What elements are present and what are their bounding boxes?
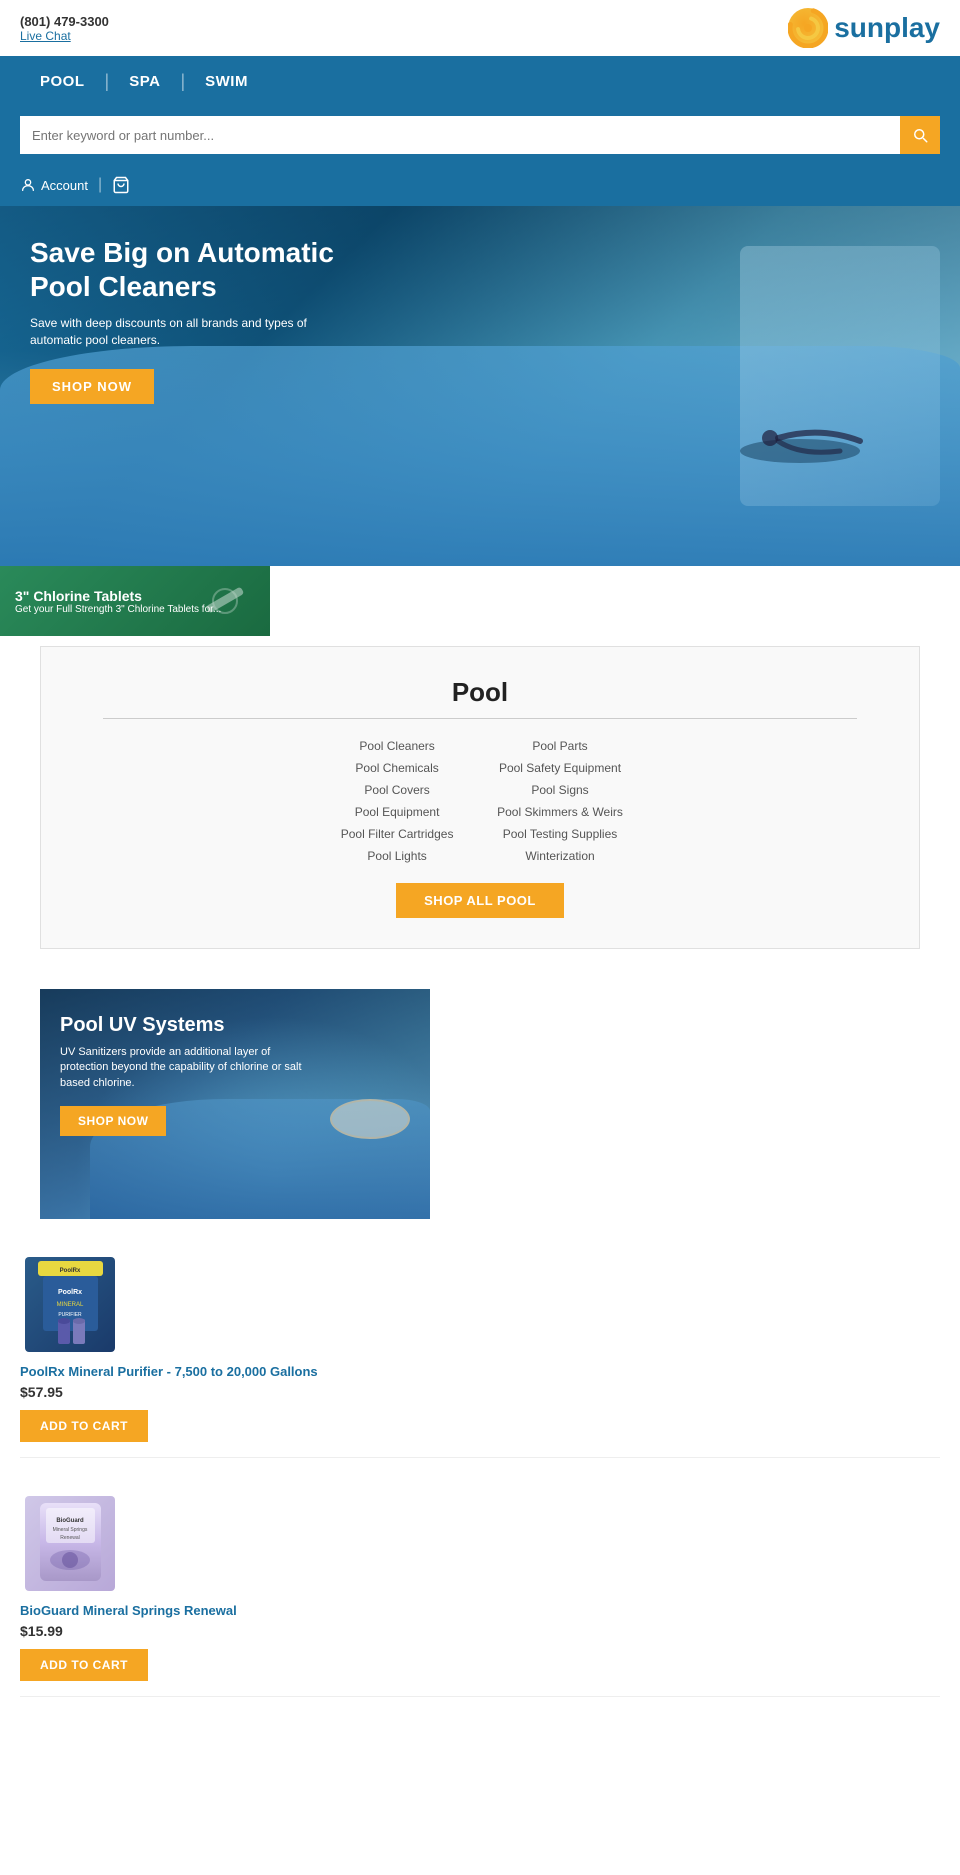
pool-link-lights[interactable]: Pool Lights	[337, 849, 457, 863]
top-bar: (801) 479-3300 Live Chat sunplay	[0, 0, 960, 56]
logo-text: sunplay	[834, 12, 940, 44]
uv-banner-wrapper: Pool UV Systems UV Sanitizers provide an…	[0, 959, 960, 1219]
account-link[interactable]: Account	[20, 177, 88, 193]
product-price-poolrx: $57.95	[20, 1384, 63, 1400]
svg-text:Renewal: Renewal	[60, 1535, 79, 1541]
uv-subtitle: UV Sanitizers provide an additional laye…	[60, 1045, 310, 1091]
product-image-poolrx: PoolRx PoolRx MINERAL PURIFIER	[20, 1254, 120, 1354]
pool-link-winterization[interactable]: Winterization	[497, 849, 623, 863]
chlorine-text: 3" Chlorine Tablets Get your Full Streng…	[15, 588, 221, 615]
pool-links-right: Pool Parts Pool Safety Equipment Pool Si…	[477, 739, 643, 863]
nav-spa[interactable]: SPA	[109, 73, 180, 90]
pool-link-parts[interactable]: Pool Parts	[497, 739, 623, 753]
search-bar	[0, 106, 960, 168]
account-bar: Account |	[0, 168, 960, 206]
product-name-bioguard[interactable]: BioGuard Mineral Springs Renewal	[20, 1603, 237, 1618]
main-nav: POOL | SPA | SWIM	[0, 56, 960, 106]
hero-title: Save Big on Automatic Pool Cleaners	[30, 236, 350, 303]
product-card-poolrx: PoolRx PoolRx MINERAL PURIFIER PoolRx Mi…	[20, 1239, 940, 1458]
chlorine-banner[interactable]: 3" Chlorine Tablets Get your Full Streng…	[0, 566, 270, 636]
product-name-poolrx[interactable]: PoolRx Mineral Purifier - 7,500 to 20,00…	[20, 1364, 318, 1379]
svg-text:BioGuard: BioGuard	[56, 1518, 84, 1524]
hero-shop-now-button[interactable]: SHOP NOW	[30, 369, 154, 404]
logo-swirl-icon	[788, 8, 828, 48]
pool-links-left: Pool Cleaners Pool Chemicals Pool Covers…	[317, 739, 477, 863]
user-icon	[20, 177, 36, 193]
pool-link-safety[interactable]: Pool Safety Equipment	[497, 761, 623, 775]
svg-text:PoolRx: PoolRx	[59, 1268, 80, 1274]
swimmer-visual	[720, 416, 880, 476]
nav-pool[interactable]: POOL	[20, 73, 105, 90]
hero-subtitle: Save with deep discounts on all brands a…	[30, 315, 350, 349]
pool-link-filter-cartridges[interactable]: Pool Filter Cartridges	[337, 827, 457, 841]
chlorine-title: 3" Chlorine Tablets	[15, 588, 221, 604]
svg-text:MINERAL: MINERAL	[56, 1302, 83, 1308]
logo[interactable]: sunplay	[788, 8, 940, 48]
add-to-cart-bioguard[interactable]: ADD TO CART	[20, 1649, 148, 1681]
shop-all-pool-button[interactable]: SHOP ALL POOL	[396, 883, 564, 918]
live-chat-link[interactable]: Live Chat	[20, 29, 109, 43]
pool-category-section: Pool Pool Cleaners Pool Chemicals Pool C…	[40, 646, 920, 949]
uv-banner: Pool UV Systems UV Sanitizers provide an…	[40, 989, 430, 1219]
search-button[interactable]	[900, 116, 940, 154]
product-price-bioguard: $15.99	[20, 1623, 63, 1639]
phone-number[interactable]: (801) 479-3300	[20, 14, 109, 29]
search-icon	[911, 126, 929, 144]
pool-link-signs[interactable]: Pool Signs	[497, 783, 623, 797]
chlorine-tablet-icon	[195, 571, 255, 636]
contact-info: (801) 479-3300 Live Chat	[20, 14, 109, 43]
svg-text:PoolRx: PoolRx	[57, 1289, 81, 1296]
poolrx-image: PoolRx PoolRx MINERAL PURIFIER	[25, 1257, 115, 1352]
hero-content: Save Big on Automatic Pool Cleaners Save…	[30, 236, 350, 404]
products-section: PoolRx PoolRx MINERAL PURIFIER PoolRx Mi…	[0, 1219, 960, 1717]
chlorine-subtitle: Get your Full Strength 3" Chlorine Table…	[15, 604, 221, 615]
bioguard-image: BioGuard Mineral Springs Renewal	[25, 1496, 115, 1591]
pool-link-skimmers[interactable]: Pool Skimmers & Weirs	[497, 805, 623, 819]
pool-link-cleaners[interactable]: Pool Cleaners	[337, 739, 457, 753]
pool-link-testing[interactable]: Pool Testing Supplies	[497, 827, 623, 841]
uv-content: Pool UV Systems UV Sanitizers provide an…	[60, 1014, 310, 1136]
pool-links-grid: Pool Cleaners Pool Chemicals Pool Covers…	[61, 739, 899, 863]
add-to-cart-poolrx[interactable]: ADD TO CART	[20, 1410, 148, 1442]
product-card-bioguard: BioGuard Mineral Springs Renewal BioGuar…	[20, 1478, 940, 1697]
uv-pool-deck	[330, 1099, 410, 1139]
uv-shop-now-button[interactable]: SHOP NOW	[60, 1106, 166, 1136]
uv-title: Pool UV Systems	[60, 1014, 310, 1037]
hero-banner: Save Big on Automatic Pool Cleaners Save…	[0, 206, 960, 566]
section-divider	[103, 718, 857, 719]
pool-section-title: Pool	[61, 677, 899, 708]
pool-link-equipment[interactable]: Pool Equipment	[337, 805, 457, 819]
pool-section-wrapper: Pool Pool Cleaners Pool Chemicals Pool C…	[0, 636, 960, 959]
svg-text:PURIFIER: PURIFIER	[58, 1312, 82, 1318]
cart-icon	[112, 176, 130, 194]
search-input[interactable]	[20, 116, 900, 154]
pool-link-covers[interactable]: Pool Covers	[337, 783, 457, 797]
svg-text:Mineral Springs: Mineral Springs	[52, 1527, 87, 1533]
cart-link[interactable]	[112, 176, 130, 194]
banner-spacer	[270, 566, 960, 636]
nav-swim[interactable]: SWIM	[185, 73, 268, 90]
product-image-bioguard: BioGuard Mineral Springs Renewal	[20, 1493, 120, 1593]
sub-banners-row: 3" Chlorine Tablets Get your Full Streng…	[0, 566, 960, 636]
pool-link-chemicals[interactable]: Pool Chemicals	[337, 761, 457, 775]
